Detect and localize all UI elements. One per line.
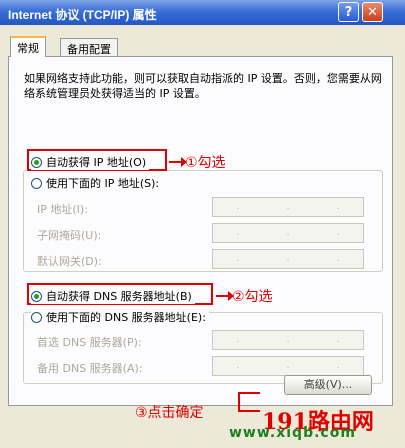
manual-ip-label: 使用下面的 IP 地址(S): [46, 177, 160, 190]
annotation-step1: ①勾选 [169, 152, 226, 172]
manual-dns-label: 使用下面的 DNS 服务器地址(E): [46, 311, 206, 324]
radio-selected-icon [31, 156, 42, 168]
auto-ip-radio[interactable]: 自动获得 IP 地址(O) [31, 154, 150, 170]
arrow-icon [216, 291, 234, 301]
window-title: Internet 协议 (TCP/IP) 属性 [8, 8, 157, 22]
ip-address-input[interactable]: ... [212, 197, 364, 217]
dialog-body: 常规 备用配置 如果网络支持此功能，则可以获取自动指派的 IP 设置。否则，您需… [0, 25, 405, 448]
annotation-step3: ③点击确定 [135, 405, 204, 421]
auto-dns-label: 自动获得 DNS 服务器地址(B) [46, 290, 192, 303]
manual-dns-radio[interactable]: 使用下面的 DNS 服务器地址(E): [31, 309, 209, 325]
annotation-step2: ②勾选 [216, 286, 273, 306]
annotation-step1-text: ①勾选 [185, 155, 226, 171]
watermark-url: www.xiqb.com [229, 425, 356, 441]
tab-general[interactable]: 常规 [10, 36, 46, 57]
preferred-dns-input[interactable]: ... [212, 330, 364, 350]
help-button[interactable]: ? [338, 2, 359, 22]
ok-button-highlight[interactable] [238, 392, 260, 412]
default-gateway-label: 默认网关(D): [37, 255, 102, 268]
ip-address-label: IP 地址(I): [37, 203, 88, 216]
title-bar: Internet 协议 (TCP/IP) 属性 ? ✕ [0, 0, 405, 25]
manual-ip-radio[interactable]: 使用下面的 IP 地址(S): [31, 175, 163, 191]
auto-ip-label: 自动获得 IP 地址(O) [46, 156, 147, 169]
radio-selected-icon [31, 290, 42, 302]
annotation-step2-text: ②勾选 [232, 289, 273, 305]
tab-alternate-config[interactable]: 备用配置 [60, 38, 118, 56]
default-gateway-input[interactable]: ... [212, 249, 364, 269]
arrow-icon [169, 157, 187, 167]
auto-dns-radio[interactable]: 自动获得 DNS 服务器地址(B) [31, 288, 195, 304]
advanced-button[interactable]: 高级(V)... [284, 375, 372, 395]
tab-panel-general: 如果网络支持此功能，则可以获取自动指派的 IP 设置。否则，您需要从网络系统管理… [8, 56, 393, 406]
alternate-dns-input[interactable]: ... [212, 356, 364, 376]
alternate-dns-label: 备用 DNS 服务器(A): [37, 362, 143, 375]
description-text: 如果网络支持此功能，则可以获取自动指派的 IP 设置。否则，您需要从网络系统管理… [24, 72, 382, 100]
close-button[interactable]: ✕ [362, 2, 383, 22]
subnet-mask-label: 子网掩码(U): [37, 229, 102, 242]
subnet-mask-input[interactable]: ... [212, 223, 364, 243]
radio-unselected-icon [31, 177, 42, 189]
preferred-dns-label: 首选 DNS 服务器(P): [37, 336, 142, 349]
radio-unselected-icon [31, 311, 42, 323]
